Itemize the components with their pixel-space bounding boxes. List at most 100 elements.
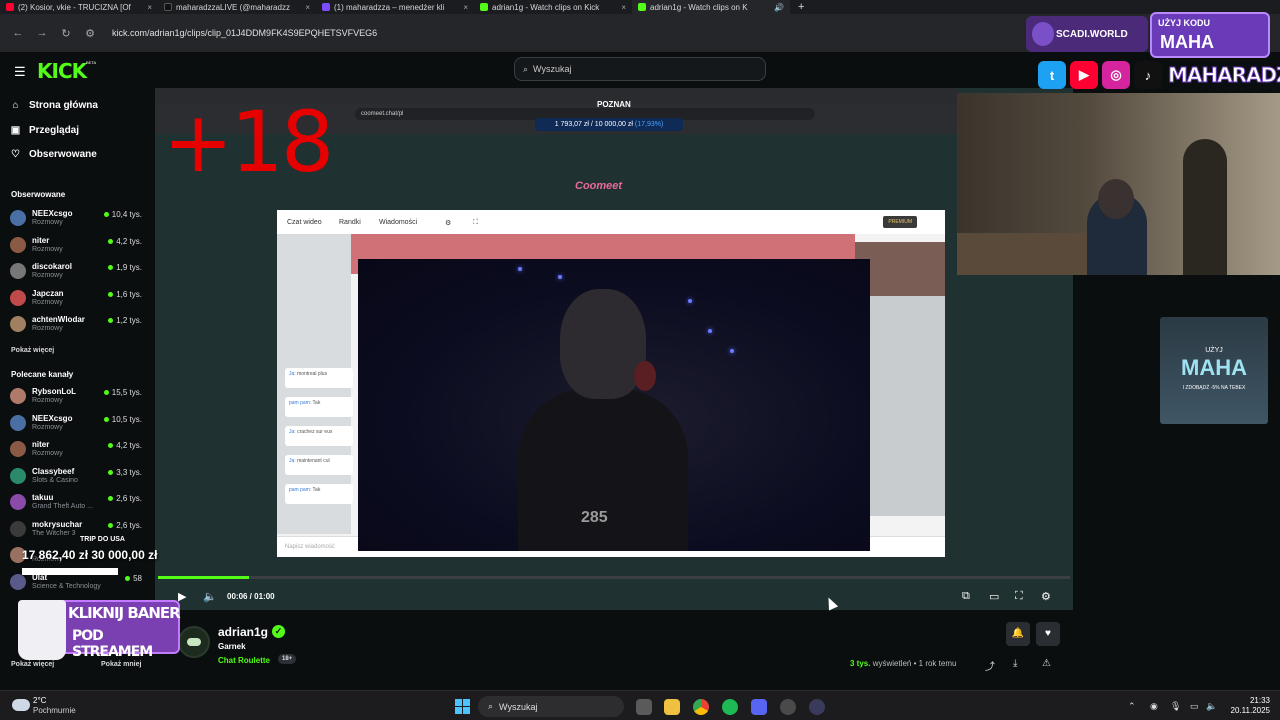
taskbar-search[interactable]: ⌕ Wyszukaj [478, 696, 624, 717]
discord-icon[interactable] [751, 699, 767, 715]
sidebar-item-following[interactable]: ♡ Obserwowane [10, 149, 97, 160]
coomeet-topbar: Czat wideo Randki Wiadomości ⚙ ⛶ PREMIUM [277, 210, 945, 234]
avatar [10, 441, 26, 457]
close-tab-icon[interactable]: × [463, 3, 468, 12]
promo-ad[interactable]: UŻYJ MAHA I ZDOBĄDŹ -5% NA TEBEX [1160, 317, 1268, 424]
browser-tab[interactable]: (1) maharadzza – menedżer kli × [316, 0, 474, 14]
spotify-icon[interactable] [722, 699, 738, 715]
volume-icon[interactable]: 🔈 [1206, 701, 1217, 712]
sidebar-channel[interactable]: RybsonLoL Rozmowy 15,5 tys. [10, 385, 150, 409]
close-tab-icon[interactable]: × [621, 3, 626, 12]
viewer-count: 2,6 tys. [108, 521, 142, 530]
sidebar-item-home[interactable]: ⌂ Strona główna [10, 100, 97, 111]
webcam-feed: 285 [358, 259, 870, 551]
webcam-door [1183, 139, 1227, 275]
sidebar-channel[interactable]: takuu Grand Theft Auto ... 2,6 tys. [10, 491, 150, 515]
channel-avatar[interactable] [178, 626, 210, 658]
progress-bar[interactable] [158, 576, 1070, 579]
share-icon[interactable]: ⤴ [985, 658, 995, 673]
kick-logo[interactable]: KICK [37, 59, 87, 83]
task-view-icon[interactable] [636, 699, 652, 715]
channel-name: takuu [32, 493, 54, 502]
volume-icon[interactable]: 🔈 [203, 590, 217, 603]
network-icon[interactable]: ▭ [1190, 701, 1199, 712]
file-explorer-icon[interactable] [664, 699, 680, 715]
browser-tab[interactable]: adrian1g - Watch clips on Kick × [474, 0, 632, 14]
sidebar-channel[interactable]: achtenWlodar Rozmowy 1,2 tys. [10, 313, 150, 337]
browser-tab-active[interactable]: adrian1g - Watch clips on K 🔊 [632, 0, 790, 14]
report-icon[interactable]: ⚠ [1042, 658, 1051, 669]
channel-category: The Witcher 3 [32, 529, 76, 537]
clip-category[interactable]: Chat Roulette [218, 656, 270, 665]
close-tab-icon[interactable]: × [147, 3, 152, 12]
obs-icon[interactable] [809, 699, 825, 715]
shirt-logo: 285 [581, 509, 608, 526]
discord-tray-icon[interactable]: ◉ [1150, 701, 1158, 712]
weather-temp[interactable]: 2°C [33, 696, 46, 705]
channel-category: Rozmowy [32, 219, 63, 226]
cloud-icon[interactable] [12, 699, 30, 711]
viewer-count: 1,9 tys. [108, 263, 142, 272]
heart-icon: ♥ [1045, 628, 1051, 639]
coomeet-right-panel [869, 296, 945, 516]
microphone-icon[interactable]: 🎙 [1170, 701, 1181, 712]
speaker-icon[interactable]: 🔊 [774, 3, 784, 12]
sidebar-channel[interactable]: Japczan Rozmowy 1,6 tys. [10, 287, 150, 311]
led-light [558, 275, 562, 279]
weather-condition[interactable]: Pochmurnie [33, 706, 76, 715]
led-light [518, 267, 522, 271]
browser-tab[interactable]: maharadzzaLIVE (@maharadzz × [158, 0, 316, 14]
reload-icon[interactable]: ↻ [60, 27, 72, 40]
close-tab-icon[interactable]: × [305, 3, 310, 12]
start-button[interactable] [455, 699, 470, 714]
playback-time: 00:06 / 01:00 [227, 592, 275, 601]
expand-icon: ⛶ [473, 219, 478, 226]
steam-icon[interactable] [780, 699, 796, 715]
sidebar-channel[interactable]: NEEXcsgo Rozmowy 10,4 tys. [10, 207, 150, 231]
download-icon[interactable]: ⤓ [1013, 658, 1017, 669]
forward-icon[interactable]: → [36, 27, 48, 39]
sidebar-item-browse[interactable]: ▣ Przeglądaj [10, 125, 79, 136]
chat-message: Ja: maintenant cul [285, 455, 353, 475]
sidebar-channel[interactable]: niter Rozmowy 4,2 tys. [10, 438, 150, 462]
chevron-up-icon[interactable]: ⌃ [1128, 701, 1136, 712]
sidebar-channel[interactable]: discokarol Rozmowy 1,9 tys. [10, 260, 150, 284]
site-info-icon[interactable]: ⚙ [84, 27, 96, 40]
notify-button[interactable]: 🔔 [1006, 622, 1030, 646]
gear-icon: ⚙ [445, 220, 452, 227]
channel-name[interactable]: adrian1g [218, 625, 268, 639]
url-field[interactable]: kick.com/adrian1g/clips/clip_01J4DDM9FK4… [112, 28, 377, 38]
fullscreen-icon[interactable]: ⛶ [1015, 590, 1023, 603]
video-player[interactable]: coomeet.chat/pl POZNAN 1 793,07 zł / 10 … [155, 88, 1073, 610]
channel-name: mokrysuchar [32, 519, 83, 529]
tiktok-icon [164, 3, 172, 11]
show-less[interactable]: Pokaż mniej [101, 661, 141, 668]
settings-icon[interactable]: ⚙ [1041, 590, 1051, 603]
browser-tab[interactable]: (2) Kosior, vkie - TRUCIZNA [Of × [0, 0, 158, 14]
clock[interactable]: 21:33 20.11.2025 [1222, 696, 1270, 716]
follow-button[interactable]: ♥ [1036, 622, 1060, 646]
viewer-count: 1,6 tys. [108, 290, 142, 299]
search-input[interactable]: ⌕ Wyszukaj [514, 57, 766, 81]
new-tab-button[interactable]: + [790, 1, 804, 13]
heart-icon: ♡ [11, 149, 20, 160]
back-icon[interactable]: ← [12, 27, 24, 39]
channel-category: Rozmowy [32, 298, 63, 306]
sidebar-channel[interactable]: niter Rozmowy 4,2 tys. [10, 234, 150, 258]
show-more-followed[interactable]: Pokaż więcej [11, 347, 54, 354]
theater-icon[interactable]: ▭ [989, 590, 999, 603]
viewer-count: 1,2 tys. [108, 316, 142, 325]
pip-icon[interactable]: ⧉ [962, 590, 970, 603]
webcam-person-head [1098, 179, 1134, 219]
clip-title: Garnek [218, 642, 246, 651]
screen: (2) Kosior, vkie - TRUCIZNA [Of × maharad… [0, 0, 1280, 720]
clip-views: 3 tys. wyświetleń • 1 rok temu [850, 659, 957, 668]
chrome-icon[interactable] [693, 699, 709, 715]
menu-icon[interactable]: ☰ [14, 64, 26, 80]
streamer-mouth [634, 361, 656, 391]
sidebar-channel[interactable]: NEEXcsgo Rozmowy 10,5 tys. [10, 412, 150, 436]
streamer: 285 [518, 289, 688, 551]
sidebar-channel[interactable]: Classybeef Slots & Casino 3,3 tys. [10, 465, 150, 489]
show-more-recommended[interactable]: Pokaż więcej [11, 661, 54, 668]
channel-category: Rozmowy [32, 397, 63, 404]
